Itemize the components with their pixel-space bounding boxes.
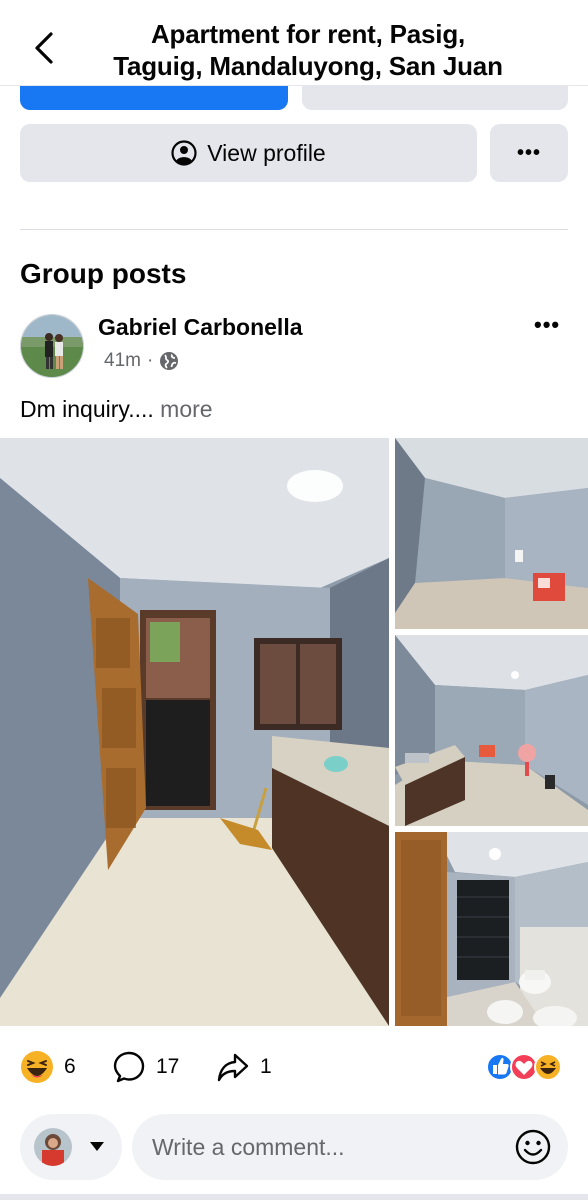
post-actions: 6 17 1 [0,1040,588,1094]
more-options-label: ••• [516,141,541,164]
profile-actions: View profile ••• [20,124,568,182]
post-body: Dm inquiry.... [20,396,154,422]
back-button[interactable] [24,26,64,70]
view-profile-label: View profile [207,139,326,166]
view-profile-button[interactable]: View profile [20,124,477,182]
photo-grid [0,438,588,1026]
top-bar: Apartment for rent, Pasig, Taguig, Manda… [0,0,588,86]
bathroom-photo[interactable] [395,832,588,1026]
comment-input[interactable] [152,1114,492,1180]
comment-count: 17 [156,1055,180,1078]
post-text: Dm inquiry.... more [20,396,213,423]
post-options-button[interactable]: ••• [534,312,560,338]
section-divider [20,229,568,230]
group-title: Apartment for rent, Pasig, Taguig, Manda… [74,18,542,82]
bottom-edge [0,1194,588,1200]
current-user-avatar [34,1128,72,1166]
share-button[interactable]: 1 [216,1050,272,1084]
more-options-button[interactable]: ••• [490,124,568,182]
comment-button[interactable]: 17 [112,1050,179,1084]
see-more-link[interactable]: more [160,396,212,422]
comment-composer [20,1114,568,1180]
author-name[interactable]: Gabriel Carbonella [98,314,303,341]
author-avatar[interactable] [20,314,84,378]
like-icon [486,1053,514,1081]
group-title-line1: Apartment for rent, Pasig, [150,19,466,49]
comment-icon [113,1051,145,1083]
comment-as-selector[interactable] [20,1114,122,1180]
haha-icon [21,1051,53,1083]
comment-box[interactable] [132,1114,568,1180]
post-meta: 41m · [104,350,179,372]
share-icon [217,1053,249,1082]
reaction-summary[interactable] [486,1050,568,1084]
emoji-button[interactable] [514,1128,552,1166]
chevron-left-icon [35,32,53,64]
living-area-photo[interactable] [395,635,588,826]
share-count: 1 [260,1055,272,1078]
react-button[interactable]: 6 [20,1050,76,1084]
post-time[interactable]: 41m [104,350,141,372]
haha-reaction-icon [534,1053,562,1081]
profile-icon [171,140,197,166]
globe-icon [160,352,179,370]
chevron-down-icon [90,1142,104,1151]
section-title: Group posts [20,258,187,289]
reaction-count: 6 [64,1055,76,1078]
kitchen-photo[interactable] [0,438,389,1026]
group-title-line2: Taguig, Mandaluyong, San Juan [113,51,503,81]
meta-separator: · [146,350,154,371]
room-photo[interactable] [395,438,588,629]
smiley-icon [515,1129,551,1165]
love-icon [510,1053,538,1081]
